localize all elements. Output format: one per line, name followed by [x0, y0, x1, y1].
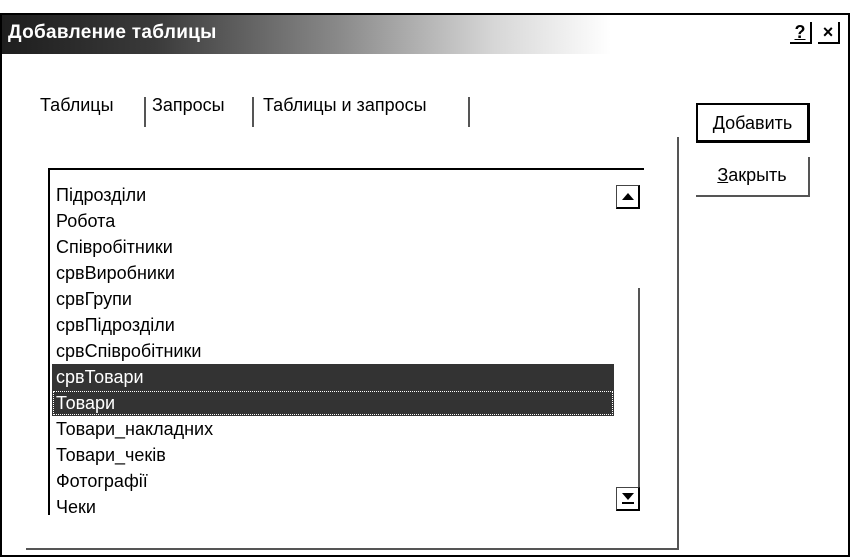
scroll-down-button[interactable] — [616, 487, 640, 511]
scroll-end-bar — [622, 502, 634, 504]
list-item[interactable]: Фотографії — [52, 468, 614, 494]
tab-tables-and-queries[interactable]: Таблицы и запросы — [263, 86, 427, 124]
list-item[interactable]: Товари_чеків — [52, 442, 614, 468]
list-item[interactable]: срвТовари — [52, 364, 614, 390]
tab-tables[interactable]: Таблицы — [40, 86, 114, 124]
list-item[interactable]: срвСпівробітники — [52, 338, 614, 364]
tables-listbox[interactable]: Підрозділи Робота Співробітники срвВиробник… — [48, 168, 644, 517]
list-item[interactable]: срвВиробники — [52, 260, 614, 286]
add-table-dialog: Добавление таблицы ? × Таблицы Запросы Т… — [0, 13, 850, 557]
tab-divider — [252, 97, 254, 127]
close-button-label: акрыть — [728, 165, 787, 185]
list-item[interactable]: Підрозділи — [52, 182, 614, 208]
list-item[interactable]: Товари_накладних — [52, 416, 614, 442]
close-window-button[interactable]: × — [818, 22, 840, 44]
tab-page-border-bottom — [26, 548, 679, 550]
list-items: Підрозділи Робота Співробітники срвВиробник… — [52, 182, 614, 520]
arrow-down-icon — [622, 493, 634, 500]
tab-queries[interactable]: Запросы — [152, 86, 225, 124]
list-item[interactable]: Чеки — [52, 494, 614, 520]
close-button-mnemonic: З — [717, 165, 729, 185]
close-button[interactable]: Закрыть — [696, 157, 810, 197]
tab-divider — [468, 97, 470, 127]
list-item[interactable]: срвГрупи — [52, 286, 614, 312]
add-button-label: обавить — [725, 113, 793, 133]
help-button[interactable]: ? — [790, 22, 812, 44]
list-item[interactable]: Співробітники — [52, 234, 614, 260]
add-button-mnemonic: Д — [712, 113, 726, 133]
scroll-up-button[interactable] — [616, 185, 640, 209]
title-bar: Добавление таблицы ? × — [2, 15, 848, 54]
list-item[interactable]: срвПідрозділи — [52, 312, 614, 338]
dialog-title: Добавление таблицы — [8, 22, 217, 43]
scrollbar-track[interactable] — [638, 288, 640, 488]
tab-page-border-right — [677, 137, 679, 550]
arrow-up-icon — [622, 193, 634, 200]
list-item[interactable]: Робота — [52, 208, 614, 234]
list-item[interactable]: Товари — [52, 390, 614, 416]
add-button[interactable]: Добавить — [696, 103, 810, 143]
tab-divider — [144, 97, 146, 127]
